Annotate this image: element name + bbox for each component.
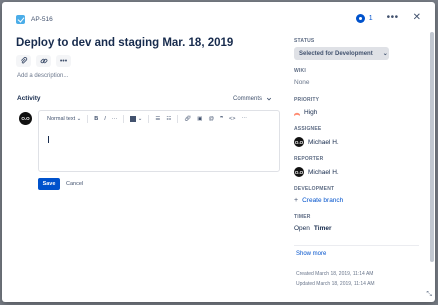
more-actions-icon[interactable]: ••• — [56, 55, 71, 67]
bold-button[interactable]: B — [94, 116, 98, 122]
text-caret — [48, 136, 49, 143]
assignee-name: Michael H. — [308, 138, 339, 146]
top-actions: 1 ••• ✕ — [355, 13, 421, 23]
divider — [177, 115, 179, 123]
wiki-field: WIKI None — [294, 68, 310, 86]
issue-actions: ••• — [16, 55, 71, 67]
assignee-field: ASSIGNEE O.O Michael H. — [294, 126, 339, 147]
reporter-name: Michael H. — [308, 168, 339, 176]
text-style-dropdown[interactable]: Normal text ⌄ — [47, 116, 81, 122]
assignee-value[interactable]: O.O Michael H. — [294, 137, 339, 147]
avatar: O.O — [19, 112, 32, 125]
bullet-list-icon[interactable]: ☰ — [155, 116, 160, 122]
close-icon[interactable]: ✕ — [413, 13, 421, 23]
issue-title[interactable]: Deploy to dev and staging Mar. 18, 2019 — [16, 37, 233, 49]
mention-icon[interactable]: @ — [208, 116, 214, 122]
link-icon[interactable] — [36, 55, 51, 67]
development-field: DEVELOPMENT + Create branch — [294, 186, 343, 204]
divider — [294, 245, 419, 246]
reporter-value[interactable]: O.O Michael H. — [294, 167, 339, 177]
priority-text: High — [304, 109, 318, 116]
eye-icon — [355, 13, 365, 23]
timer-label: TIMER — [294, 214, 311, 220]
color-swatch-icon — [130, 116, 137, 122]
chevron-down-icon — [266, 97, 272, 101]
timer-field: TIMER Open Timer — [294, 214, 332, 232]
image-icon[interactable]: ▣ — [197, 116, 202, 122]
more-icon[interactable]: ••• — [387, 13, 399, 23]
more-formatting-button[interactable]: ··· — [112, 116, 118, 122]
open-timer-link[interactable]: Open Timer — [294, 225, 332, 232]
comment-editor[interactable]: Normal text ⌄ B I ··· ⌄ ☰ ☷ 🔗︎ ▣ @ ❞ <> … — [38, 110, 280, 172]
reporter-field: REPORTER O.O Michael H. — [294, 156, 339, 177]
activity-filter-label: Comments — [233, 96, 263, 102]
check-icon — [16, 15, 25, 24]
description-placeholder[interactable]: Add a description... — [17, 73, 68, 79]
chevron-down-icon: ⌄ — [382, 51, 388, 57]
wiki-label: WIKI — [294, 68, 306, 74]
code-icon[interactable]: <> — [229, 116, 235, 122]
divider — [87, 115, 89, 123]
text-color-button[interactable]: ⌄ — [130, 116, 142, 122]
issue-key[interactable]: AP-516 — [16, 15, 53, 24]
numbered-list-icon[interactable]: ☷ — [166, 116, 171, 122]
wiki-value[interactable]: None — [294, 79, 310, 86]
resize-handle-icon[interactable]: ⤡ — [426, 291, 432, 299]
status-dropdown[interactable]: Selected for Development ⌄ — [294, 47, 389, 60]
divider — [148, 115, 150, 123]
issue-modal: AP-516 1 ••• ✕ Deploy to dev and staging… — [2, 2, 435, 302]
priority-value[interactable]: ︽ High — [294, 108, 319, 117]
status-value: Selected for Development — [299, 50, 373, 57]
plus-icon: + — [294, 197, 299, 204]
chevron-down-icon: ⌄ — [76, 116, 82, 122]
text-style-label: Normal text — [47, 116, 76, 122]
priority-label: PRIORITY — [294, 97, 320, 103]
created-timestamp: Created March 18, 2019, 11:14 AM — [296, 271, 374, 277]
reporter-label: REPORTER — [294, 156, 324, 162]
updated-timestamp: Updated March 18, 2019, 11:14 AM — [296, 281, 375, 287]
create-branch-link[interactable]: + Create branch — [294, 197, 343, 204]
activity-heading: Activity — [17, 95, 41, 102]
italic-button[interactable]: I — [104, 116, 106, 122]
attach-icon[interactable] — [16, 55, 31, 67]
development-label: DEVELOPMENT — [294, 186, 335, 192]
cancel-button[interactable]: Cancel — [66, 178, 83, 190]
priority-high-icon: ︽ — [294, 111, 301, 117]
more-insert-icon[interactable]: ⋯ — [241, 116, 247, 122]
watch-count: 1 — [368, 14, 373, 22]
activity-filter-select[interactable]: Comments — [229, 93, 276, 105]
issue-key-text[interactable]: AP-516 — [31, 16, 53, 23]
priority-field: PRIORITY ︽ High — [294, 97, 319, 117]
save-button[interactable]: Save — [38, 178, 60, 190]
divider — [123, 115, 125, 123]
status-label: STATUS — [294, 38, 315, 44]
avatar: O.O — [294, 167, 304, 177]
create-branch-text: Create branch — [302, 197, 344, 204]
assignee-label: ASSIGNEE — [294, 126, 322, 132]
watch-button[interactable]: 1 — [355, 13, 373, 23]
quote-icon[interactable]: ❞ — [220, 116, 223, 122]
status-field: STATUS Selected for Development ⌄ — [294, 38, 389, 60]
avatar: O.O — [294, 137, 304, 147]
scrollbar[interactable] — [430, 32, 434, 262]
show-more-link[interactable]: Show more — [296, 251, 326, 257]
timer-strong: Timer — [313, 225, 332, 232]
link-icon[interactable]: 🔗︎ — [184, 116, 191, 122]
timer-prefix: Open — [294, 225, 310, 232]
editor-toolbar: Normal text ⌄ B I ··· ⌄ ☰ ☷ 🔗︎ ▣ @ ❞ <> … — [39, 111, 279, 127]
